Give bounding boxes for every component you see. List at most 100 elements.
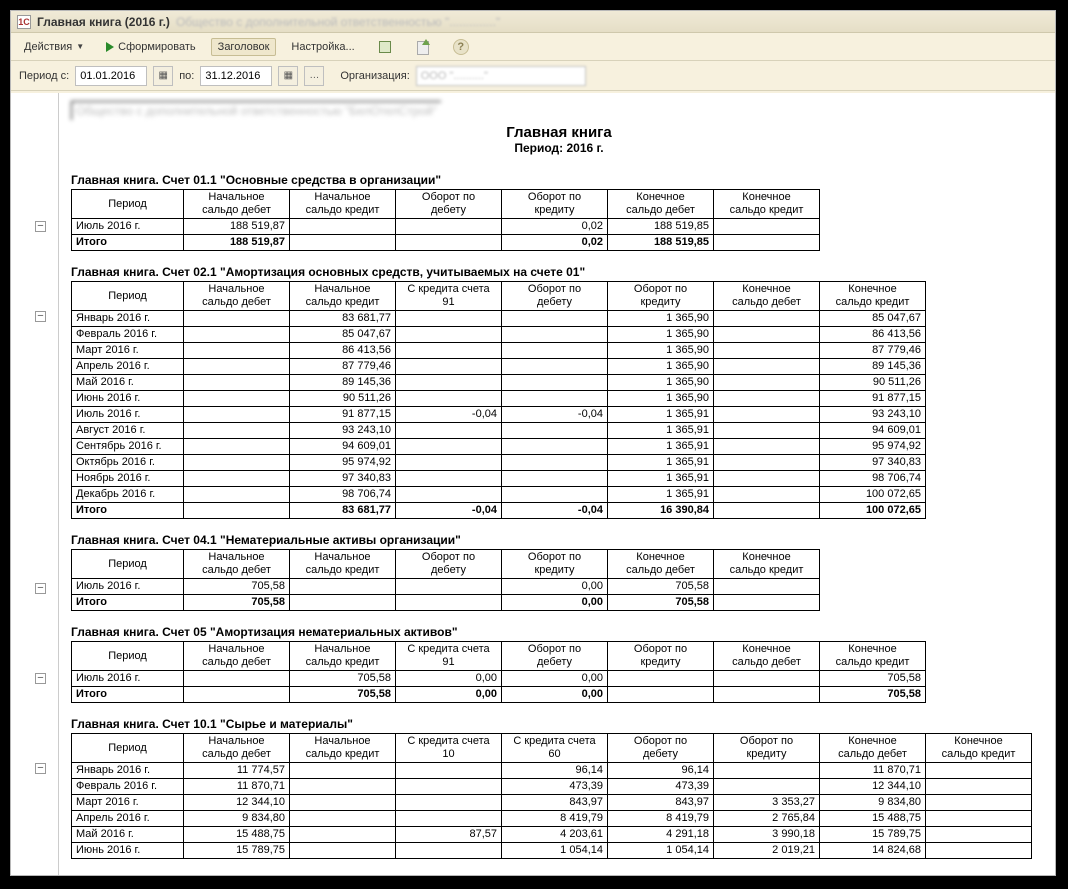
value-cell (290, 235, 396, 251)
period-cell: Итого (72, 503, 184, 519)
actions-menu[interactable]: Действия ▼ (17, 38, 91, 56)
export-icon (415, 39, 431, 55)
value-cell (714, 779, 820, 795)
col-header: Конечноесальдо кредит (714, 550, 820, 579)
period-choose-button[interactable]: … (304, 66, 324, 86)
value-cell (502, 439, 608, 455)
collapse-toggle[interactable]: − (35, 221, 46, 232)
value-cell (290, 843, 396, 859)
value-cell (184, 327, 290, 343)
value-cell: 15 488,75 (184, 827, 290, 843)
table-row: Апрель 2016 г.87 779,461 365,9089 145,36 (72, 359, 926, 375)
value-cell (396, 811, 502, 827)
value-cell: 12 344,10 (820, 779, 926, 795)
value-cell: 705,58 (608, 579, 714, 595)
value-cell: 0,00 (396, 671, 502, 687)
value-cell: 91 877,15 (820, 391, 926, 407)
value-cell (184, 407, 290, 423)
date-to-picker[interactable]: ▦ (278, 66, 298, 86)
value-cell (396, 327, 502, 343)
value-cell (714, 763, 820, 779)
value-cell: 1 365,90 (608, 327, 714, 343)
value-cell: 89 145,36 (820, 359, 926, 375)
value-cell: 188 519,85 (608, 235, 714, 251)
table-row: Февраль 2016 г.11 870,71473,39473,3912 3… (72, 779, 1032, 795)
value-cell: 86 413,56 (290, 343, 396, 359)
col-header: Период (72, 282, 184, 311)
toolbar: Действия ▼ Сформировать Заголовок Настро… (11, 33, 1055, 61)
value-cell (184, 503, 290, 519)
collapse-toggle[interactable]: − (35, 763, 46, 774)
value-cell: 89 145,36 (290, 375, 396, 391)
value-cell (184, 423, 290, 439)
value-cell (502, 471, 608, 487)
value-cell: 11 774,57 (184, 763, 290, 779)
section-title: Главная книга. Счет 02.1 "Амортизация ос… (71, 265, 1047, 279)
value-cell (714, 391, 820, 407)
value-cell: 705,58 (290, 671, 396, 687)
value-cell: 0,00 (502, 671, 608, 687)
date-to-input[interactable]: 31.12.2016 (200, 66, 272, 86)
col-header: Конечноесальдо дебет (608, 550, 714, 579)
value-cell: 1 365,90 (608, 343, 714, 359)
table-row: Ноябрь 2016 г.97 340,831 365,9198 706,74 (72, 471, 926, 487)
value-cell: 93 243,10 (820, 407, 926, 423)
value-cell: 1 365,91 (608, 487, 714, 503)
help-button[interactable]: ? (446, 36, 476, 58)
period-bar: Период с: 01.01.2016 ▦ по: 31.12.2016 ▦ … (11, 61, 1055, 91)
collapse-toggle[interactable]: − (35, 673, 46, 684)
table-row: Июнь 2016 г. 90 511,26 1 365,90 91 877,15 (72, 391, 926, 407)
value-cell: 12 344,10 (184, 795, 290, 811)
value-cell: 83 681,77 (290, 503, 396, 519)
collapse-toggle[interactable]: − (35, 311, 46, 322)
window-subtitle: Общество с дополнительной ответственност… (176, 15, 500, 29)
value-cell (502, 375, 608, 391)
value-cell: 95 974,92 (290, 455, 396, 471)
configure-button[interactable] (370, 36, 400, 58)
value-cell: 90 511,26 (290, 391, 396, 407)
value-cell (396, 779, 502, 795)
col-header: Период (72, 550, 184, 579)
value-cell: 1 365,91 (608, 407, 714, 423)
value-cell: 97 340,83 (290, 471, 396, 487)
value-cell (184, 471, 290, 487)
value-cell (396, 423, 502, 439)
value-cell: -0,04 (502, 503, 608, 519)
value-cell: 0,00 (502, 595, 608, 611)
table-row: Май 2016 г.89 145,361 365,9090 511,26 (72, 375, 926, 391)
total-row: Итого83 681,77-0,04-0,0416 390,84100 072… (72, 503, 926, 519)
value-cell (714, 423, 820, 439)
header-toggle[interactable]: Заголовок (211, 38, 277, 56)
period-cell: Февраль 2016 г. (72, 327, 184, 343)
table-row: Июль 2016 г.188 519,870,02188 519,85 (72, 219, 820, 235)
col-header: Начальноесальдо дебет (184, 282, 290, 311)
col-header: Конечноесальдо кредит (926, 734, 1032, 763)
value-cell: 15 488,75 (820, 811, 926, 827)
collapse-toggle[interactable]: − (35, 583, 46, 594)
report-subtitle: Период: 2016 г. (71, 141, 1047, 155)
value-cell (502, 391, 608, 407)
col-header: Период (72, 734, 184, 763)
col-header: Конечноесальдо кредит (820, 282, 926, 311)
period-cell: Июнь 2016 г. (72, 391, 184, 407)
settings-button[interactable]: Настройка... (284, 38, 361, 56)
value-cell: 94 609,01 (290, 439, 396, 455)
col-header: Оборот покредиту (608, 642, 714, 671)
value-cell: 1 365,90 (608, 391, 714, 407)
date-from-input[interactable]: 01.01.2016 (75, 66, 147, 86)
table-row: Апрель 2016 г.9 834,808 419,798 419,792 … (72, 811, 1032, 827)
date-from-picker[interactable]: ▦ (153, 66, 173, 86)
value-cell (396, 375, 502, 391)
col-header: С кредита счета60 (502, 734, 608, 763)
value-cell (290, 579, 396, 595)
org-input[interactable]: ООО ".........." (416, 66, 586, 86)
col-header: Начальноесальдо кредит (290, 190, 396, 219)
value-cell (184, 343, 290, 359)
value-cell: 8 419,79 (502, 811, 608, 827)
export-button[interactable] (408, 36, 438, 58)
value-cell (502, 343, 608, 359)
value-cell (290, 795, 396, 811)
value-cell (926, 795, 1032, 811)
generate-button[interactable]: Сформировать (99, 38, 203, 56)
total-row: Итого705,580,000,00705,58 (72, 687, 926, 703)
